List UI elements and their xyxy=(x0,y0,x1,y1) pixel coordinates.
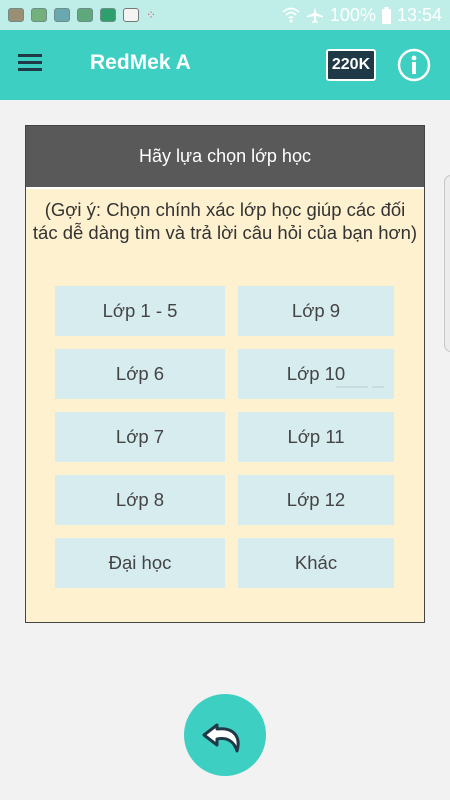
gallery-icon xyxy=(123,8,139,22)
back-button[interactable] xyxy=(184,694,266,776)
info-icon[interactable] xyxy=(397,48,431,82)
hamburger-menu-icon[interactable] xyxy=(18,54,42,74)
app-notification-icon xyxy=(8,8,24,22)
coin-balance-button[interactable]: 220K xyxy=(326,49,376,81)
status-bar: ⁘ 100% 13:54 xyxy=(0,0,450,30)
grade-option-12[interactable]: Lớp 12 xyxy=(238,475,394,525)
grade-option-7[interactable]: Lớp 7 xyxy=(55,412,225,462)
app-title: RedMek A xyxy=(90,51,191,74)
hint-text: (Gợi ý: Chọn chính xác lớp học giúp các … xyxy=(32,199,418,243)
status-right: 100% 13:54 xyxy=(282,5,442,26)
notification-icons: ⁘ xyxy=(8,8,156,22)
card-title: Hãy lựa chọn lớp học xyxy=(26,126,424,189)
app-notification-icon xyxy=(100,8,116,22)
undo-back-icon xyxy=(202,723,240,753)
airplane-mode-icon xyxy=(306,7,323,23)
wifi-icon xyxy=(282,7,300,23)
app-notification-icon xyxy=(54,8,70,22)
app-bar: RedMek A 220K xyxy=(0,30,450,100)
grade-option-university[interactable]: Đại học xyxy=(55,538,225,588)
dots-icon: ⁘ xyxy=(146,8,156,22)
battery-icon xyxy=(381,6,391,24)
battery-percent: 100% xyxy=(329,4,376,25)
clock: 13:54 xyxy=(396,4,442,25)
grade-selection-card: Hãy lựa chọn lớp học (Gợi ý: Chọn chính … xyxy=(25,125,425,623)
grade-option-9[interactable]: Lớp 9 xyxy=(238,286,394,336)
side-panel-handle[interactable] xyxy=(444,175,450,352)
grade-option-6[interactable]: Lớp 6 xyxy=(55,349,225,399)
grade-option-11[interactable]: Lớp 11 xyxy=(238,412,394,462)
grade-option-1-5[interactable]: Lớp 1 - 5 xyxy=(55,286,225,336)
grade-option-other[interactable]: Khác xyxy=(238,538,394,588)
app-notification-icon xyxy=(31,8,47,22)
grade-option-10[interactable]: Lớp 10 xyxy=(238,349,394,399)
grade-options: Lớp 1 - 5 Lớp 9 Lớp 6 Lớp 10 Lớp 7 Lớp 1… xyxy=(55,286,395,588)
app-notification-icon xyxy=(77,8,93,22)
grade-option-8[interactable]: Lớp 8 xyxy=(55,475,225,525)
